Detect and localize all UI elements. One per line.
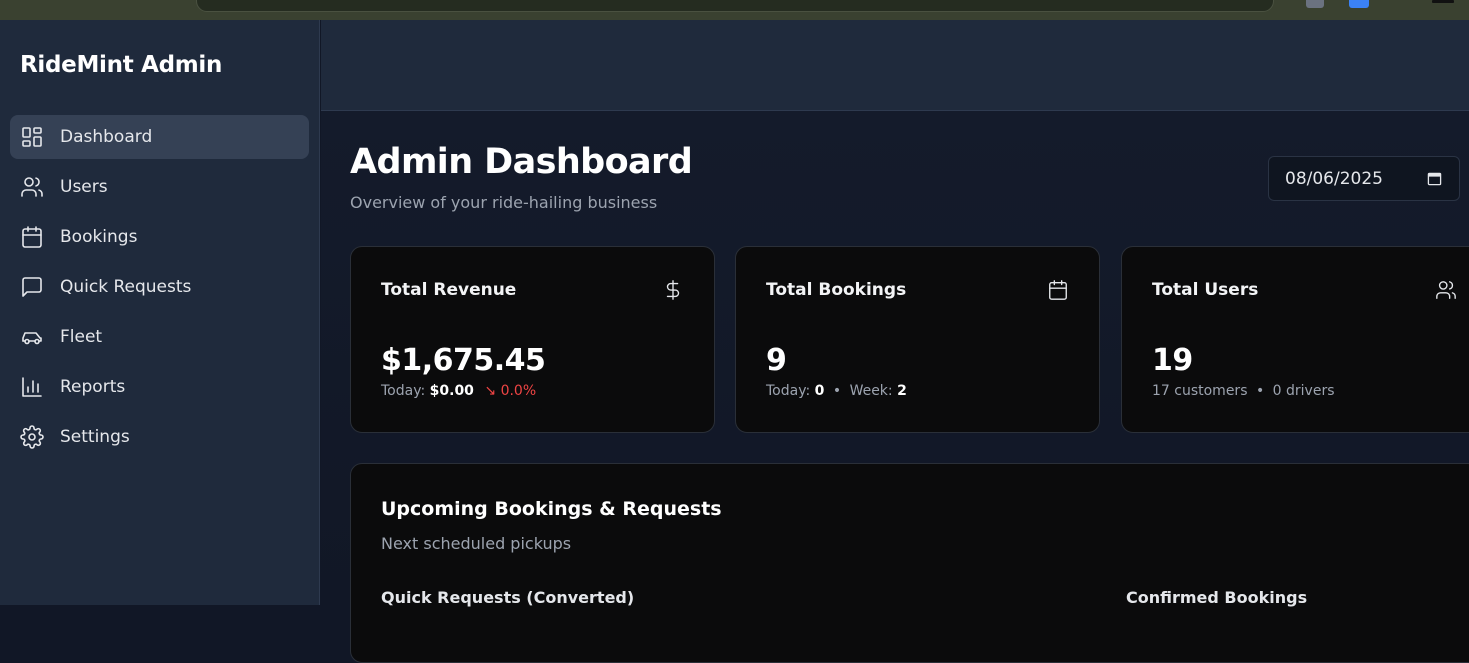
panel-subtitle: Next scheduled pickups bbox=[381, 534, 572, 553]
bar-chart-icon bbox=[20, 375, 44, 399]
sidebar-item-label: Reports bbox=[60, 377, 126, 397]
sidebar-item-label: Dashboard bbox=[60, 127, 153, 147]
card-title: Total Revenue bbox=[381, 280, 517, 300]
car-icon bbox=[20, 325, 44, 349]
users-icon bbox=[1435, 279, 1457, 301]
extension-icon[interactable] bbox=[1349, 0, 1369, 8]
card-value: 9 bbox=[766, 343, 787, 378]
calendar-icon bbox=[1047, 279, 1069, 301]
sidebar-item-label: Fleet bbox=[60, 327, 103, 347]
dollar-icon bbox=[662, 279, 684, 301]
card-subtext: 17 customers • 0 drivers bbox=[1152, 383, 1335, 399]
card-title: Total Bookings bbox=[766, 280, 907, 300]
sidebar-item-bookings[interactable]: Bookings bbox=[10, 215, 309, 259]
stat-card-users: Total Users 19 17 customers • 0 drivers bbox=[1121, 246, 1469, 433]
week-label: Week: bbox=[849, 383, 893, 399]
sidebar-item-dashboard[interactable]: Dashboard bbox=[10, 115, 309, 159]
sidebar-item-reports[interactable]: Reports bbox=[10, 365, 309, 409]
sidebar-item-users[interactable]: Users bbox=[10, 165, 309, 209]
message-icon bbox=[20, 275, 44, 299]
menu-icon[interactable] bbox=[1432, 0, 1454, 3]
today-label: Today: bbox=[766, 383, 811, 399]
arrow-down-right-icon: ↘ bbox=[484, 383, 497, 399]
column-heading-quick-requests: Quick Requests (Converted) bbox=[381, 588, 635, 607]
main-content: Admin Dashboard Overview of your ride-ha… bbox=[321, 111, 1469, 663]
address-bar[interactable] bbox=[196, 0, 1274, 12]
top-bar bbox=[321, 20, 1469, 111]
users-icon bbox=[20, 175, 44, 199]
today-value: $0.00 bbox=[429, 383, 474, 399]
dashboard-icon bbox=[20, 125, 44, 149]
card-value: $1,675.45 bbox=[381, 343, 546, 378]
stat-card-bookings: Total Bookings 9 Today: 0 • Week: 2 bbox=[735, 246, 1100, 433]
trend-value: 0.0% bbox=[500, 383, 537, 399]
separator-dot: • bbox=[1255, 383, 1265, 399]
sidebar-item-settings[interactable]: Settings bbox=[10, 415, 309, 459]
stat-card-revenue: Total Revenue $1,675.45 Today: $0.00 ↘ 0… bbox=[350, 246, 715, 433]
sidebar: RideMint Admin Dashboard Users Bookings … bbox=[0, 20, 320, 605]
browser-toolbar bbox=[0, 0, 1469, 20]
date-picker-input[interactable]: 08/06/2025 bbox=[1268, 156, 1460, 201]
week-value: 2 bbox=[897, 383, 907, 399]
sidebar-item-label: Quick Requests bbox=[60, 277, 192, 297]
panel-title: Upcoming Bookings & Requests bbox=[381, 498, 722, 520]
customers-count: 17 customers bbox=[1152, 383, 1248, 399]
calendar-icon[interactable] bbox=[1427, 171, 1442, 186]
extension-icon[interactable] bbox=[1306, 0, 1324, 8]
upcoming-panel: Upcoming Bookings & Requests Next schedu… bbox=[350, 463, 1469, 663]
gear-icon bbox=[20, 425, 44, 449]
brand-title: RideMint Admin bbox=[20, 52, 223, 78]
separator-dot: • bbox=[832, 383, 842, 399]
page-title: Admin Dashboard bbox=[350, 142, 693, 182]
sidebar-nav: Dashboard Users Bookings Quick Requests … bbox=[10, 115, 309, 465]
date-value: 08/06/2025 bbox=[1285, 168, 1383, 189]
sidebar-item-fleet[interactable]: Fleet bbox=[10, 315, 309, 359]
sidebar-item-label: Users bbox=[60, 177, 108, 197]
card-subtext: Today: 0 • Week: 2 bbox=[766, 383, 907, 399]
sidebar-item-quick-requests[interactable]: Quick Requests bbox=[10, 265, 309, 309]
card-title: Total Users bbox=[1152, 280, 1259, 300]
today-value: 0 bbox=[814, 383, 825, 399]
drivers-count: 0 drivers bbox=[1272, 383, 1335, 399]
card-subtext: Today: $0.00 ↘ 0.0% bbox=[381, 383, 536, 399]
calendar-icon bbox=[20, 225, 44, 249]
column-heading-confirmed-bookings: Confirmed Bookings bbox=[1126, 588, 1308, 607]
page-subtitle: Overview of your ride-hailing business bbox=[350, 193, 658, 212]
sidebar-item-label: Bookings bbox=[60, 227, 138, 247]
sidebar-item-label: Settings bbox=[60, 427, 130, 447]
today-label: Today: bbox=[381, 383, 426, 399]
card-value: 19 bbox=[1152, 343, 1193, 378]
